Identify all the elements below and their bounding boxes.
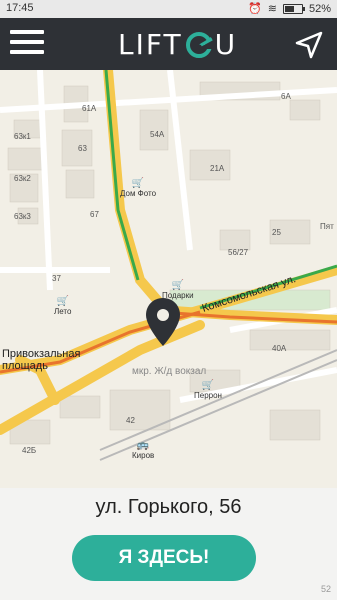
map-view[interactable]: 6А 61А 63 54А 63к1 63к2 63к3 67 21А 37 2… bbox=[0, 70, 337, 488]
shopping-cart-icon: 🛒 bbox=[201, 380, 215, 391]
poi-dom-foto[interactable]: 🛒 Дом Фото bbox=[120, 178, 156, 198]
battery-icon bbox=[282, 3, 305, 14]
status-time: 17:45 bbox=[6, 2, 34, 14]
poi-kirov[interactable]: 🚌 Киров bbox=[132, 440, 154, 460]
bus-stop-icon: 🚌 bbox=[136, 440, 150, 451]
building-label: 40А bbox=[272, 344, 287, 353]
building-label: 21А bbox=[210, 164, 225, 173]
building-label: 63к3 bbox=[14, 212, 31, 221]
building-label: 54А bbox=[150, 130, 165, 139]
building-label: 67 bbox=[90, 210, 99, 219]
battery-percent: 52% bbox=[308, 2, 331, 15]
poi-leto[interactable]: 🛒 Лето bbox=[54, 296, 71, 316]
building-label: 63к2 bbox=[14, 174, 31, 183]
logo-mark-icon bbox=[185, 31, 213, 58]
wifi-icon: ≋ bbox=[267, 3, 277, 15]
shopping-cart-icon: 🛒 bbox=[56, 296, 69, 307]
app-bar: LIFT U bbox=[0, 18, 337, 70]
alarm-icon: ⏰ bbox=[248, 3, 262, 15]
shopping-cart-icon: 🛒 bbox=[131, 178, 145, 189]
station-label: мкр. Ж/д вокзал bbox=[132, 366, 207, 377]
status-bar: 17:45 ⏰ ≋ 52% bbox=[0, 0, 337, 18]
address-label: ул. Горького, 56 bbox=[95, 496, 242, 518]
building-label: Пят bbox=[320, 222, 334, 231]
shopping-cart-icon: 🛒 bbox=[171, 280, 184, 291]
building-label: 63к1 bbox=[14, 132, 31, 141]
building-label: 63 bbox=[78, 144, 87, 153]
poi-perron[interactable]: 🛒 Перрон bbox=[194, 380, 222, 400]
location-pin-icon bbox=[146, 298, 180, 346]
square-label: Привокзальная площадь bbox=[2, 348, 81, 372]
building-label: 56/27 bbox=[228, 248, 249, 257]
menu-button[interactable] bbox=[10, 30, 44, 58]
confirm-location-button[interactable]: Я ЗДЕСЬ! bbox=[72, 535, 256, 581]
building-label: 37 bbox=[52, 274, 61, 283]
building-label: 42 bbox=[126, 416, 135, 425]
building-label: 61А bbox=[82, 104, 97, 113]
corner-number: 52 bbox=[320, 584, 331, 594]
building-label: 6А bbox=[281, 92, 291, 101]
locate-icon[interactable] bbox=[295, 31, 323, 59]
building-label: 25 bbox=[272, 228, 281, 237]
poi-podarki[interactable]: 🛒 Подарки bbox=[162, 280, 194, 300]
bottom-panel: ул. Горького, 56 Я ЗДЕСЬ! 52 bbox=[0, 488, 337, 600]
building-label: 42Б bbox=[22, 446, 37, 455]
app-logo: LIFT U bbox=[118, 28, 238, 61]
